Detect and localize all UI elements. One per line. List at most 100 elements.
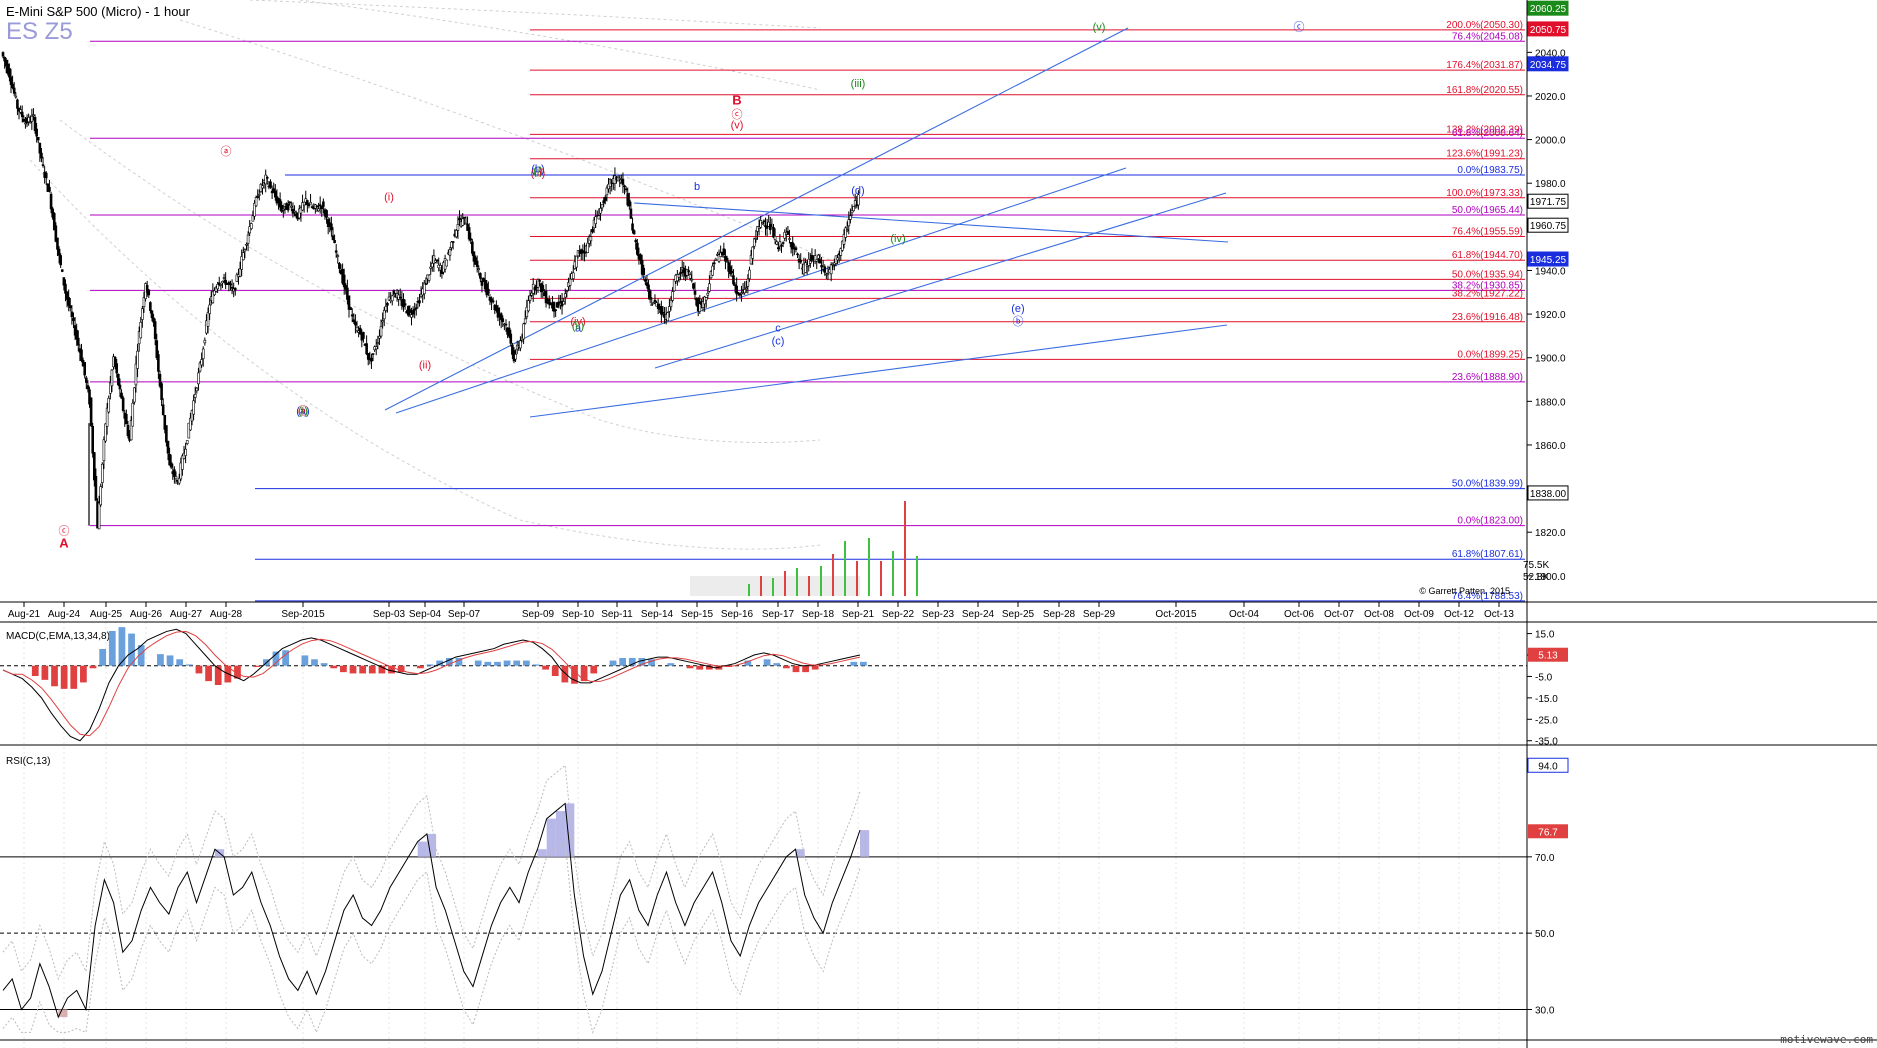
macd-histogram-bar (609, 660, 617, 666)
candle-body (264, 174, 268, 185)
date-label: Sep-29 (1083, 609, 1116, 620)
candle-body (269, 181, 272, 188)
wave-label: B (732, 93, 741, 108)
candle-body (165, 425, 168, 443)
candle-body (358, 327, 362, 335)
candle-body (647, 284, 650, 292)
date-label: Oct-09 (1404, 609, 1434, 620)
price-tag-text: 1971.75 (1530, 197, 1567, 208)
candle-body (185, 440, 189, 444)
macd-histogram-bar (860, 661, 867, 666)
candle-body (450, 241, 453, 249)
volume-bar (808, 576, 810, 596)
candle-body (317, 208, 320, 212)
fib-label: 23.6%(1888.90) (1452, 372, 1523, 383)
date-label: Aug-21 (8, 609, 41, 620)
candle-body (12, 87, 16, 94)
candle-body (509, 333, 513, 344)
candle-body (336, 255, 340, 257)
candle-body (414, 307, 418, 310)
macd-tick-label: -5.0 (1535, 672, 1553, 683)
macd-histogram-bar (542, 665, 549, 670)
price-tick-label: 1980.0 (1535, 179, 1566, 190)
candle-body (418, 300, 421, 304)
wave-label: (ii) (419, 360, 431, 372)
macd-histogram-bar (696, 665, 704, 670)
candle-body (355, 326, 359, 332)
macd-tick-label: -35.0 (1535, 737, 1558, 748)
fib-label: 100.0%(1973.33) (1446, 188, 1523, 199)
candle-body (392, 290, 396, 295)
candle-body (354, 321, 357, 326)
candle-body (826, 273, 830, 275)
candle-body (233, 287, 237, 291)
candle-body (382, 309, 386, 320)
candle-body (141, 308, 144, 320)
candle-body (251, 215, 255, 222)
date-label: Sep-2015 (281, 609, 325, 620)
candle-body (818, 259, 822, 264)
date-label: Sep-18 (802, 609, 835, 620)
candle-body (322, 201, 325, 207)
macd-histogram-bar (176, 659, 184, 666)
candle-body (206, 312, 210, 327)
candle-body (690, 278, 694, 281)
date-label: Oct-2015 (1155, 609, 1197, 620)
macd-tag: 5.13 (1528, 647, 1568, 662)
macd-histogram-bar (31, 665, 39, 676)
macd-histogram-bar (763, 659, 771, 666)
candle-body (102, 439, 106, 462)
candle-body (44, 172, 48, 179)
macd-histogram-bar (850, 661, 858, 666)
fib-label: 23.6%(1916.48) (1452, 312, 1523, 323)
candle-body (589, 236, 593, 242)
date-label: Sep-28 (1043, 609, 1076, 620)
candle-body (712, 262, 716, 265)
price-tick-label: 1920.0 (1535, 310, 1566, 321)
candle-body (118, 384, 122, 390)
macd-histogram-bar (686, 665, 694, 669)
candle-body (261, 185, 264, 189)
candle-body (378, 335, 381, 339)
date-label: Sep-14 (641, 609, 674, 620)
candle-body (133, 387, 136, 403)
macd-histogram-bar (792, 665, 800, 673)
candle-body (230, 286, 234, 289)
macd-histogram-bar (205, 665, 212, 682)
candle-body (455, 230, 458, 238)
candle-body (35, 128, 38, 137)
candle-body (799, 260, 803, 263)
price-tick-label: 1900.0 (1535, 354, 1566, 365)
candle-body (28, 121, 32, 124)
macd-histogram-bar (253, 665, 261, 667)
macd-histogram-bar (301, 655, 309, 666)
candle-body (679, 271, 682, 274)
candle-body (402, 298, 405, 308)
candle-body (845, 229, 849, 232)
price-tag-text: 1945.25 (1530, 255, 1567, 266)
candle-body (714, 258, 718, 261)
macd-histogram-bar (811, 665, 819, 670)
macd-histogram-bar (340, 665, 347, 673)
candle-body (829, 264, 833, 275)
candle-body (57, 248, 61, 256)
candle-body (706, 292, 710, 296)
candle-body (424, 283, 428, 285)
rsi-tag-text: 94.0 (1538, 761, 1558, 772)
candle-body (568, 278, 572, 286)
macd-histogram-bar (99, 649, 107, 666)
candle-body (390, 295, 394, 302)
candle-body (504, 323, 508, 326)
candle-body (110, 369, 114, 387)
candle-body (591, 229, 594, 233)
candle-body (338, 262, 341, 269)
candle-body (195, 387, 199, 392)
candle-body (781, 242, 785, 244)
candle-body (282, 209, 285, 211)
candle-body (398, 296, 402, 299)
rsi-tick-label: 50.0 (1535, 929, 1555, 940)
candle-body (777, 247, 780, 250)
candle-body (456, 224, 460, 231)
candle-body (70, 311, 74, 317)
candle-body (410, 314, 413, 318)
